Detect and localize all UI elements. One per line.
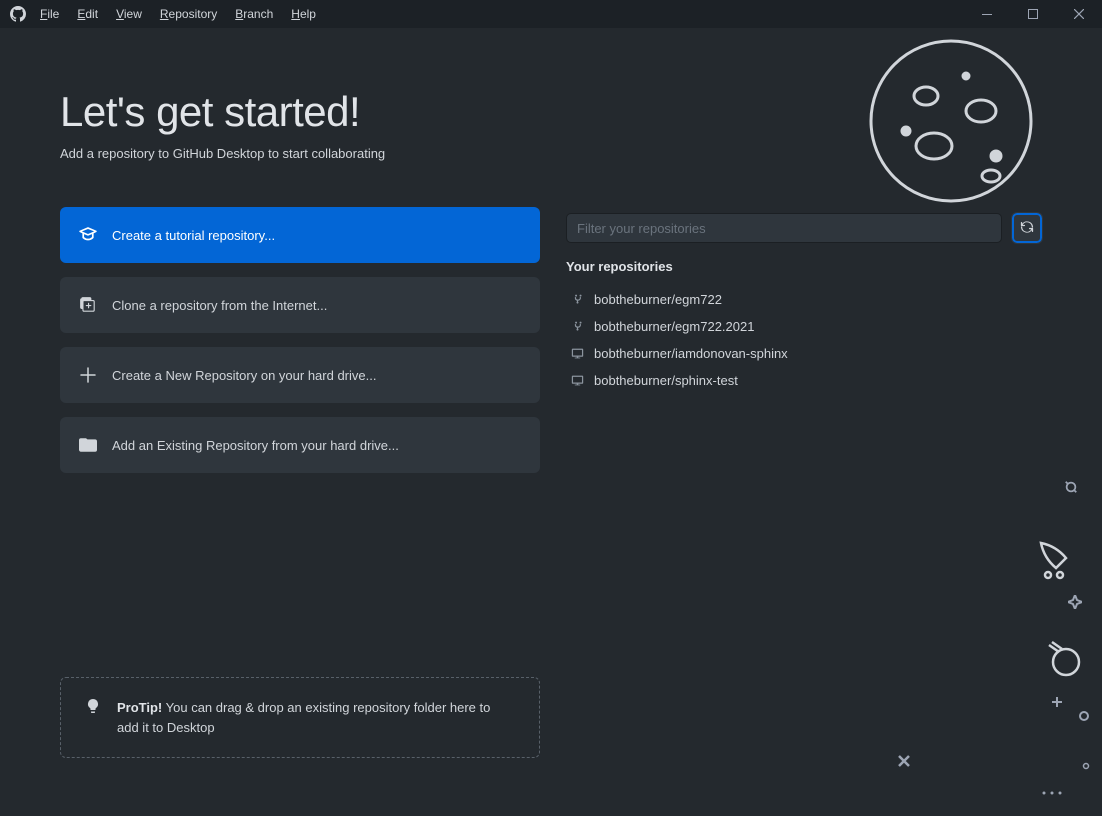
repo-name: bobtheburner/iamdonovan-sphinx — [594, 346, 788, 361]
mortarboard-icon — [78, 226, 98, 244]
menu-branch[interactable]: Branch — [235, 7, 273, 21]
desktop-icon — [570, 347, 584, 360]
repo-name: bobtheburner/sphinx-test — [594, 373, 738, 388]
desktop-icon — [570, 374, 584, 387]
clone-repo-button[interactable]: Clone a repository from the Internet... — [60, 277, 540, 333]
lightbulb-icon — [85, 698, 101, 717]
minimize-button[interactable] — [964, 0, 1010, 28]
close-button[interactable] — [1056, 0, 1102, 28]
menu-bar: File Edit View Repository Branch Help — [40, 7, 316, 21]
circle-small-decor-icon — [1082, 758, 1090, 773]
protip-box: ProTip! You can drag & drop an existing … — [60, 677, 540, 758]
repo-item[interactable]: bobtheburner/egm722 — [566, 286, 1042, 313]
add-repo-label: Add an Existing Repository from your har… — [112, 438, 399, 453]
circle-decor-icon — [1078, 710, 1090, 725]
titlebar: File Edit View Repository Branch Help — [0, 0, 1102, 28]
fork-icon — [570, 293, 584, 306]
repo-name: bobtheburner/egm722 — [594, 292, 722, 307]
protip-body: You can drag & drop an existing reposito… — [117, 700, 490, 735]
protip-text: ProTip! You can drag & drop an existing … — [117, 698, 515, 737]
menu-repository[interactable]: Repository — [160, 7, 217, 21]
repo-item[interactable]: bobtheburner/sphinx-test — [566, 367, 1042, 394]
clone-repo-label: Clone a repository from the Internet... — [112, 298, 327, 313]
folder-icon — [78, 436, 98, 454]
repo-name: bobtheburner/egm722.2021 — [594, 319, 754, 334]
create-tutorial-label: Create a tutorial repository... — [112, 228, 275, 243]
plus-icon — [78, 367, 98, 383]
filter-repos-input[interactable] — [566, 213, 1002, 243]
maximize-button[interactable] — [1010, 0, 1056, 28]
fork-icon — [570, 320, 584, 333]
plus-decor-icon — [1052, 695, 1062, 710]
create-tutorial-button[interactable]: Create a tutorial repository... — [60, 207, 540, 263]
comet-decor-icon — [1044, 640, 1084, 683]
page-subtitle: Add a repository to GitHub Desktop to st… — [60, 146, 540, 161]
clone-icon — [78, 296, 98, 314]
menu-edit[interactable]: Edit — [77, 7, 98, 21]
repo-item[interactable]: bobtheburner/egm722.2021 — [566, 313, 1042, 340]
your-repos-title: Your repositories — [566, 259, 1042, 274]
github-logo-icon — [10, 6, 26, 22]
x-decor-icon — [898, 755, 910, 770]
protip-label: ProTip! — [117, 700, 162, 715]
create-repo-label: Create a New Repository on your hard dri… — [112, 368, 376, 383]
menu-file[interactable]: File — [40, 7, 59, 21]
refresh-button[interactable] — [1012, 213, 1042, 243]
menu-view[interactable]: View — [116, 7, 142, 21]
sync-icon — [1020, 220, 1034, 237]
satellite-decor-icon — [1038, 540, 1072, 583]
add-repo-button[interactable]: Add an Existing Repository from your har… — [60, 417, 540, 473]
dotline-decor-icon — [1042, 785, 1062, 800]
create-repo-button[interactable]: Create a New Repository on your hard dri… — [60, 347, 540, 403]
menu-help[interactable]: Help — [291, 7, 316, 21]
repo-list: bobtheburner/egm722 bobtheburner/egm722.… — [566, 286, 1042, 394]
repo-item[interactable]: bobtheburner/iamdonovan-sphinx — [566, 340, 1042, 367]
sparkle-decor-icon — [1068, 595, 1082, 612]
page-title: Let's get started! — [60, 88, 540, 136]
